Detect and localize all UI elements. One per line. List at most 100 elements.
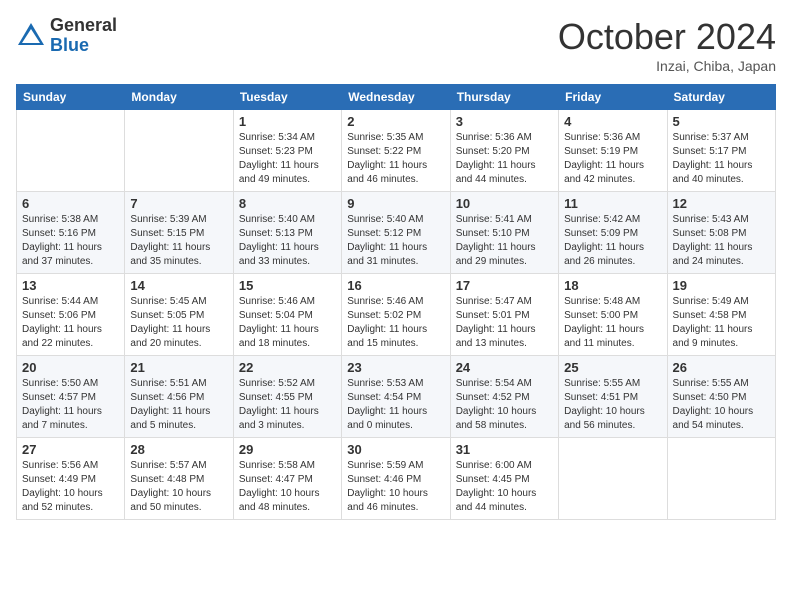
day-info: Sunrise: 5:46 AM Sunset: 5:02 PM Dayligh… (347, 295, 444, 351)
day-number: 12 (673, 196, 770, 211)
calendar-day-5: 5 Sunrise: 5:37 AM Sunset: 5:17 PM Daylig… (667, 110, 775, 192)
day-info: Sunrise: 5:41 AM Sunset: 5:10 PM Dayligh… (456, 213, 553, 269)
day-number: 2 (347, 114, 444, 129)
day-info: Sunrise: 5:45 AM Sunset: 5:05 PM Dayligh… (130, 295, 227, 351)
day-number: 25 (564, 360, 661, 375)
day-number: 19 (673, 278, 770, 293)
title-block: October 2024 Inzai, Chiba, Japan (558, 16, 776, 74)
day-info: Sunrise: 5:56 AM Sunset: 4:49 PM Dayligh… (22, 459, 119, 515)
calendar-week-row: 6Sunrise: 5:38 AM Sunset: 5:16 PM Daylig… (17, 192, 776, 274)
calendar-day-15: 15Sunrise: 5:46 AM Sunset: 5:04 PM Dayli… (233, 274, 341, 356)
calendar-day-1: 1 Sunrise: 5:34 AM Sunset: 5:23 PM Daylig… (233, 110, 341, 192)
day-info: Sunrise: 5:35 AM Sunset: 5:22 PM Dayligh… (347, 131, 444, 187)
day-info: Sunrise: 5:59 AM Sunset: 4:46 PM Dayligh… (347, 459, 444, 515)
day-info: Sunrise: 5:50 AM Sunset: 4:57 PM Dayligh… (22, 377, 119, 433)
day-number: 22 (239, 360, 336, 375)
day-number: 16 (347, 278, 444, 293)
day-number: 27 (22, 442, 119, 457)
day-info: Sunrise: 5:55 AM Sunset: 4:50 PM Dayligh… (673, 377, 770, 433)
weekday-header-tuesday: Tuesday (233, 85, 341, 110)
weekday-header-friday: Friday (559, 85, 667, 110)
day-number: 20 (22, 360, 119, 375)
day-number: 9 (347, 196, 444, 211)
calendar-week-row: 20 Sunrise: 5:50 AM Sunset: 4:57 PM Dayli… (17, 356, 776, 438)
day-info: Sunrise: 6:00 AM Sunset: 4:45 PM Dayligh… (456, 459, 553, 515)
day-info: Sunrise: 5:54 AM Sunset: 4:52 PM Dayligh… (456, 377, 553, 433)
day-info: Sunrise: 5:40 AM Sunset: 5:12 PM Dayligh… (347, 213, 444, 269)
location: Inzai, Chiba, Japan (558, 58, 776, 74)
calendar-day-24: 24Sunrise: 5:54 AM Sunset: 4:52 PM Dayli… (450, 356, 558, 438)
day-info: Sunrise: 5:48 AM Sunset: 5:00 PM Dayligh… (564, 295, 661, 351)
calendar-day-29: 29 Sunrise: 5:58 AM Sunset: 4:47 PM Dayli… (233, 438, 341, 520)
day-number: 28 (130, 442, 227, 457)
calendar-day-4: 4Sunrise: 5:36 AM Sunset: 5:19 PM Daylig… (559, 110, 667, 192)
calendar-day-16: 16 Sunrise: 5:46 AM Sunset: 5:02 PM Dayli… (342, 274, 450, 356)
logo-blue-text: Blue (50, 36, 117, 56)
day-number: 23 (347, 360, 444, 375)
day-info: Sunrise: 5:51 AM Sunset: 4:56 PM Dayligh… (130, 377, 227, 433)
day-number: 31 (456, 442, 553, 457)
calendar-day-2: 2 Sunrise: 5:35 AM Sunset: 5:22 PM Daylig… (342, 110, 450, 192)
weekday-header-sunday: Sunday (17, 85, 125, 110)
day-info: Sunrise: 5:53 AM Sunset: 4:54 PM Dayligh… (347, 377, 444, 433)
day-number: 7 (130, 196, 227, 211)
day-info: Sunrise: 5:58 AM Sunset: 4:47 PM Dayligh… (239, 459, 336, 515)
calendar-day-31: 31 Sunrise: 6:00 AM Sunset: 4:45 PM Dayli… (450, 438, 558, 520)
day-number: 3 (456, 114, 553, 129)
day-number: 30 (347, 442, 444, 457)
calendar-day-18: 18 Sunrise: 5:48 AM Sunset: 5:00 PM Dayli… (559, 274, 667, 356)
calendar-header-row: SundayMondayTuesdayWednesdayThursdayFrid… (17, 85, 776, 110)
day-info: Sunrise: 5:55 AM Sunset: 4:51 PM Dayligh… (564, 377, 661, 433)
calendar-day-13: 13 Sunrise: 5:44 AM Sunset: 5:06 PM Dayli… (17, 274, 125, 356)
calendar-day-7: 7 Sunrise: 5:39 AM Sunset: 5:15 PM Daylig… (125, 192, 233, 274)
day-info: Sunrise: 5:46 AM Sunset: 5:04 PM Dayligh… (239, 295, 336, 351)
day-info: Sunrise: 5:57 AM Sunset: 4:48 PM Dayligh… (130, 459, 227, 515)
day-info: Sunrise: 5:40 AM Sunset: 5:13 PM Dayligh… (239, 213, 336, 269)
calendar-empty-cell (559, 438, 667, 520)
day-number: 17 (456, 278, 553, 293)
day-number: 18 (564, 278, 661, 293)
calendar-day-23: 23 Sunrise: 5:53 AM Sunset: 4:54 PM Dayli… (342, 356, 450, 438)
day-number: 1 (239, 114, 336, 129)
day-number: 13 (22, 278, 119, 293)
calendar-day-21: 21 Sunrise: 5:51 AM Sunset: 4:56 PM Dayli… (125, 356, 233, 438)
calendar-day-14: 14 Sunrise: 5:45 AM Sunset: 5:05 PM Dayli… (125, 274, 233, 356)
day-info: Sunrise: 5:42 AM Sunset: 5:09 PM Dayligh… (564, 213, 661, 269)
weekday-header-wednesday: Wednesday (342, 85, 450, 110)
header: General Blue October 2024 Inzai, Chiba, … (16, 16, 776, 74)
day-number: 14 (130, 278, 227, 293)
day-number: 29 (239, 442, 336, 457)
day-number: 10 (456, 196, 553, 211)
calendar-week-row: 27 Sunrise: 5:56 AM Sunset: 4:49 PM Dayli… (17, 438, 776, 520)
calendar-empty-cell (17, 110, 125, 192)
calendar-day-19: 19Sunrise: 5:49 AM Sunset: 4:58 PM Dayli… (667, 274, 775, 356)
day-info: Sunrise: 5:47 AM Sunset: 5:01 PM Dayligh… (456, 295, 553, 351)
calendar-day-3: 3 Sunrise: 5:36 AM Sunset: 5:20 PM Daylig… (450, 110, 558, 192)
logo-text: General Blue (50, 16, 117, 56)
day-number: 26 (673, 360, 770, 375)
day-info: Sunrise: 5:38 AM Sunset: 5:16 PM Dayligh… (22, 213, 119, 269)
calendar-table: SundayMondayTuesdayWednesdayThursdayFrid… (16, 84, 776, 520)
calendar-week-row: 1 Sunrise: 5:34 AM Sunset: 5:23 PM Daylig… (17, 110, 776, 192)
calendar-day-10: 10 Sunrise: 5:41 AM Sunset: 5:10 PM Dayli… (450, 192, 558, 274)
calendar-day-26: 26 Sunrise: 5:55 AM Sunset: 4:50 PM Dayli… (667, 356, 775, 438)
calendar-day-11: 11 Sunrise: 5:42 AM Sunset: 5:09 PM Dayli… (559, 192, 667, 274)
calendar-day-25: 25 Sunrise: 5:55 AM Sunset: 4:51 PM Dayli… (559, 356, 667, 438)
calendar-day-27: 27 Sunrise: 5:56 AM Sunset: 4:49 PM Dayli… (17, 438, 125, 520)
logo-general-text: General (50, 16, 117, 36)
calendar-week-row: 13 Sunrise: 5:44 AM Sunset: 5:06 PM Dayli… (17, 274, 776, 356)
weekday-header-saturday: Saturday (667, 85, 775, 110)
calendar-empty-cell (125, 110, 233, 192)
day-number: 5 (673, 114, 770, 129)
day-number: 4 (564, 114, 661, 129)
day-info: Sunrise: 5:34 AM Sunset: 5:23 PM Dayligh… (239, 131, 336, 187)
day-info: Sunrise: 5:39 AM Sunset: 5:15 PM Dayligh… (130, 213, 227, 269)
day-info: Sunrise: 5:44 AM Sunset: 5:06 PM Dayligh… (22, 295, 119, 351)
day-number: 11 (564, 196, 661, 211)
day-info: Sunrise: 5:37 AM Sunset: 5:17 PM Dayligh… (673, 131, 770, 187)
calendar-day-9: 9 Sunrise: 5:40 AM Sunset: 5:12 PM Daylig… (342, 192, 450, 274)
calendar-day-8: 8Sunrise: 5:40 AM Sunset: 5:13 PM Daylig… (233, 192, 341, 274)
weekday-header-monday: Monday (125, 85, 233, 110)
day-info: Sunrise: 5:36 AM Sunset: 5:20 PM Dayligh… (456, 131, 553, 187)
day-number: 21 (130, 360, 227, 375)
